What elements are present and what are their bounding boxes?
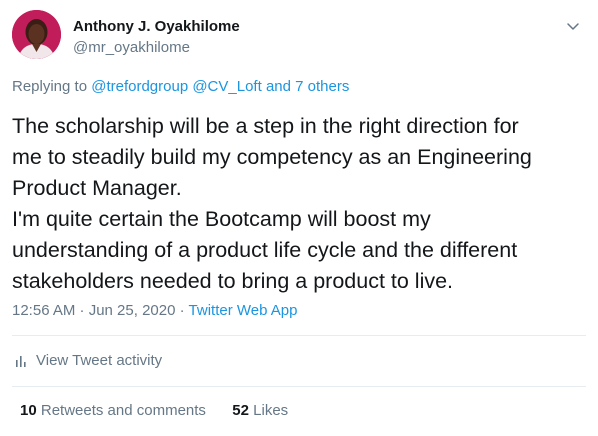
activity-label: View Tweet activity	[36, 352, 163, 369]
tweet-card: Anthony J. Oyakhilome @mr_oyakhilome Rep…	[0, 0, 598, 436]
replying-mentions-link[interactable]: @trefordgroup @CV_Loft	[91, 78, 262, 95]
avatar-image	[12, 10, 61, 59]
retweets-stat[interactable]: 10 Retweets and comments	[20, 402, 210, 419]
tweet-text-line: Product Manager.	[12, 176, 182, 200]
author-handle[interactable]: @mr_oyakhilome	[73, 39, 190, 56]
replying-others-link[interactable]: 7 others	[295, 78, 349, 95]
replying-and[interactable]: and	[266, 78, 291, 95]
replying-prefix: Replying to	[12, 78, 88, 95]
likes-label: Likes	[253, 402, 289, 419]
tweet-text-line: I'm quite certain the Bootcamp will boos…	[12, 207, 431, 231]
tweet-text: The scholarship will be a step in the ri…	[12, 111, 582, 297]
divider	[12, 335, 586, 336]
likes-count: 52	[232, 402, 249, 419]
tweet-meta: 12:56 AM · Jun 25, 2020 · Twitter Web Ap…	[12, 302, 297, 319]
retweets-label: Retweets and comments	[40, 402, 206, 419]
retweets-count: 10	[20, 402, 37, 419]
avatar[interactable]	[12, 10, 61, 59]
tweet-timestamp[interactable]: 12:56 AM · Jun 25, 2020	[12, 302, 175, 319]
bar-chart-icon	[14, 353, 30, 369]
tweet-text-line: The scholarship will be a step in the ri…	[12, 114, 519, 138]
replying-to-line: Replying to @trefordgroup @CV_Loft and 7…	[12, 78, 349, 95]
author-name[interactable]: Anthony J. Oyakhilome	[73, 18, 240, 35]
tweet-header: Anthony J. Oyakhilome @mr_oyakhilome	[12, 10, 586, 66]
view-tweet-activity-link[interactable]: View Tweet activity	[14, 352, 162, 369]
likes-stat[interactable]: 52 Likes	[232, 402, 288, 419]
chevron-down-icon[interactable]	[566, 19, 580, 33]
meta-separator: ·	[179, 302, 185, 319]
tweet-text-line: understanding of a product life cycle an…	[12, 238, 518, 262]
tweet-text-line: stakeholders needed to bring a product t…	[12, 269, 454, 293]
tweet-stats: 10 Retweets and comments 52 Likes	[20, 402, 288, 419]
divider	[12, 386, 586, 387]
source-app-link[interactable]: Twitter Web App	[189, 302, 298, 319]
tweet-text-line: me to steadily build my competency as an…	[12, 145, 532, 169]
